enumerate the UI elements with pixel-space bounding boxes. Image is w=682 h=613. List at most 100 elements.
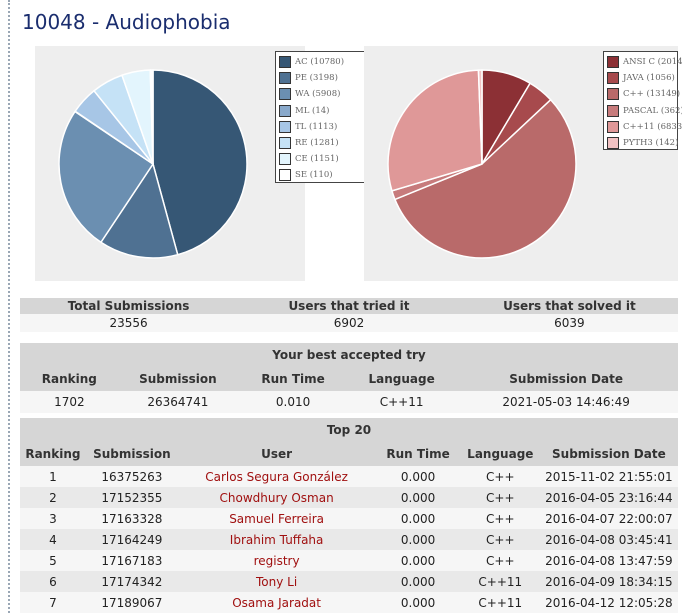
user-link[interactable]: Tony Li <box>256 575 297 589</box>
legend-entry: PE (3198) <box>279 70 365 86</box>
top20-ranking-header: Ranking <box>20 442 86 466</box>
top20-user-cell: Chowdhury Osman <box>177 487 376 508</box>
top20-submission-header: Submission <box>85 442 178 466</box>
legend-swatch <box>607 56 619 69</box>
legend-label: AC (10780) <box>295 57 345 68</box>
legend-swatch <box>607 72 619 85</box>
top20-language-cell: C++ <box>460 550 540 571</box>
top20-user-cell: Samuel Ferreira <box>177 508 376 529</box>
legend-entry: CE (1151) <box>279 151 365 167</box>
top20-language-header: Language <box>460 442 540 466</box>
legend-swatch <box>607 120 619 133</box>
top20-submission-cell: 16375263 <box>85 466 178 487</box>
user-link[interactable]: Samuel Ferreira <box>229 512 324 526</box>
best-try-submission: 26364741 <box>118 391 238 413</box>
legend-swatch <box>607 88 619 101</box>
top20-runtime-cell: 0.000 <box>375 571 461 592</box>
top20-user-cell: Ibrahim Tuffaha <box>177 529 376 550</box>
legend-swatch <box>279 153 291 166</box>
best-try-table: Your best accepted try Ranking Submissio… <box>20 343 678 413</box>
table-row: 3 17163328 Samuel Ferreira 0.000 C++ 2016-04-… <box>20 508 678 529</box>
top20-table: Top 20 Ranking Submission User Run Time … <box>20 418 678 613</box>
legend-entry: ML (14) <box>279 103 365 119</box>
top20-date-cell: 2016-04-07 22:00:07 <box>539 508 678 529</box>
legend-swatch <box>607 137 619 150</box>
legend-swatch <box>279 72 291 85</box>
legend-label: RE (1281) <box>295 138 339 149</box>
top20-submission-cell: 17163328 <box>85 508 178 529</box>
table-row: 4 17164249 Ibrahim Tuffaha 0.000 C++ 2016-04-… <box>20 529 678 550</box>
top20-runtime-header: Run Time <box>375 442 461 466</box>
legend-entry: AC (10780) <box>279 54 365 70</box>
top20-ranking-cell: 5 <box>20 550 86 571</box>
best-try-date: 2021-05-03 14:46:49 <box>454 391 678 413</box>
verdict-legend: AC (10780) PE (3198) WA (5908) ML (14) TL (1… <box>275 51 369 183</box>
top20-date-cell: 2016-04-09 18:34:15 <box>539 571 678 592</box>
verdict-chart <box>35 46 305 281</box>
legend-swatch <box>279 56 291 69</box>
top20-language-cell: C++ <box>460 529 540 550</box>
legend-entry: PASCAL (362) <box>607 103 682 119</box>
best-try-runtime-header: Run Time <box>237 367 349 391</box>
legend-entry: C++ (13149) <box>607 86 680 102</box>
top20-runtime-cell: 0.000 <box>375 487 461 508</box>
best-try-title: Your best accepted try <box>20 343 678 367</box>
user-link[interactable]: Ibrahim Tuffaha <box>230 533 324 547</box>
best-try-language-header: Language <box>348 367 455 391</box>
top20-date-cell: 2015-11-02 21:55:01 <box>539 466 678 487</box>
user-link[interactable]: registry <box>254 554 300 568</box>
legend-entry: C++11 (6833) <box>607 119 682 135</box>
legend-swatch <box>279 169 291 182</box>
top20-submission-cell: 17164249 <box>85 529 178 550</box>
top20-ranking-cell: 7 <box>20 592 86 613</box>
legend-label: PYTH3 (142) <box>623 138 679 149</box>
best-try-ranking: 1702 <box>20 391 119 413</box>
top20-date-cell: 2016-04-12 12:05:28 <box>539 592 678 613</box>
user-link[interactable]: Chowdhury Osman <box>220 491 334 505</box>
legend-entry: SE (110) <box>279 167 365 183</box>
legend-swatch <box>607 104 619 117</box>
top20-language-cell: C++ <box>460 466 540 487</box>
top20-user-header: User <box>177 442 376 466</box>
top20-runtime-cell: 0.000 <box>375 592 461 613</box>
top20-date-cell: 2016-04-05 23:16:44 <box>539 487 678 508</box>
table-row: 2 17152355 Chowdhury Osman 0.000 C++ 2016-04-… <box>20 487 678 508</box>
top20-date-cell: 2016-04-08 13:47:59 <box>539 550 678 571</box>
legend-label: ANSI C (2014) <box>623 57 682 68</box>
best-try-submission-header: Submission <box>118 367 238 391</box>
top20-ranking-cell: 3 <box>20 508 86 529</box>
top20-submission-cell: 17189067 <box>85 592 178 613</box>
legend-label: JAVA (1056) <box>623 73 675 84</box>
language-legend: ANSI C (2014) JAVA (1056) C++ (13149) PASCA… <box>603 51 682 150</box>
legend-entry: TL (1113) <box>279 119 365 135</box>
top20-user-cell: Carlos Segura González <box>177 466 376 487</box>
top20-date-header: Submission Date <box>539 442 678 466</box>
top20-title: Top 20 <box>20 418 678 442</box>
top20-user-cell: Osama Jaradat <box>177 592 376 613</box>
table-row: 7 17189067 Osama Jaradat 0.000 C++11 2016-04-… <box>20 592 678 613</box>
user-link[interactable]: Osama Jaradat <box>232 596 321 610</box>
users-tried-value: 6902 <box>237 314 461 332</box>
legend-swatch <box>279 137 291 150</box>
total-submissions-value: 23556 <box>20 314 238 332</box>
legend-label: TL (1113) <box>295 121 338 132</box>
best-try-ranking-header: Ranking <box>20 367 119 391</box>
top20-ranking-cell: 2 <box>20 487 86 508</box>
legend-entry: WA (5908) <box>279 86 365 102</box>
top20-submission-cell: 17152355 <box>85 487 178 508</box>
top20-runtime-cell: 0.000 <box>375 550 461 571</box>
best-try-date-header: Submission Date <box>454 367 678 391</box>
table-row: 6 17174342 Tony Li 0.000 C++11 2016-04-09 18:… <box>20 571 678 592</box>
best-try-language: C++11 <box>348 391 455 413</box>
top20-language-cell: C++ <box>460 487 540 508</box>
page-left-border <box>8 0 10 613</box>
best-try-runtime: 0.010 <box>237 391 349 413</box>
legend-label: PASCAL (362) <box>623 105 682 116</box>
user-link[interactable]: Carlos Segura González <box>205 470 348 484</box>
legend-entry: ANSI C (2014) <box>607 54 682 70</box>
table-row: 1 16375263 Carlos Segura González 0.000 C++ 2… <box>20 466 678 487</box>
page-title: 10048 - Audiophobia <box>22 10 231 34</box>
summary-table: Total Submissions Users that tried it Us… <box>20 298 678 332</box>
verdict-pie <box>58 69 248 259</box>
legend-swatch <box>279 120 291 133</box>
